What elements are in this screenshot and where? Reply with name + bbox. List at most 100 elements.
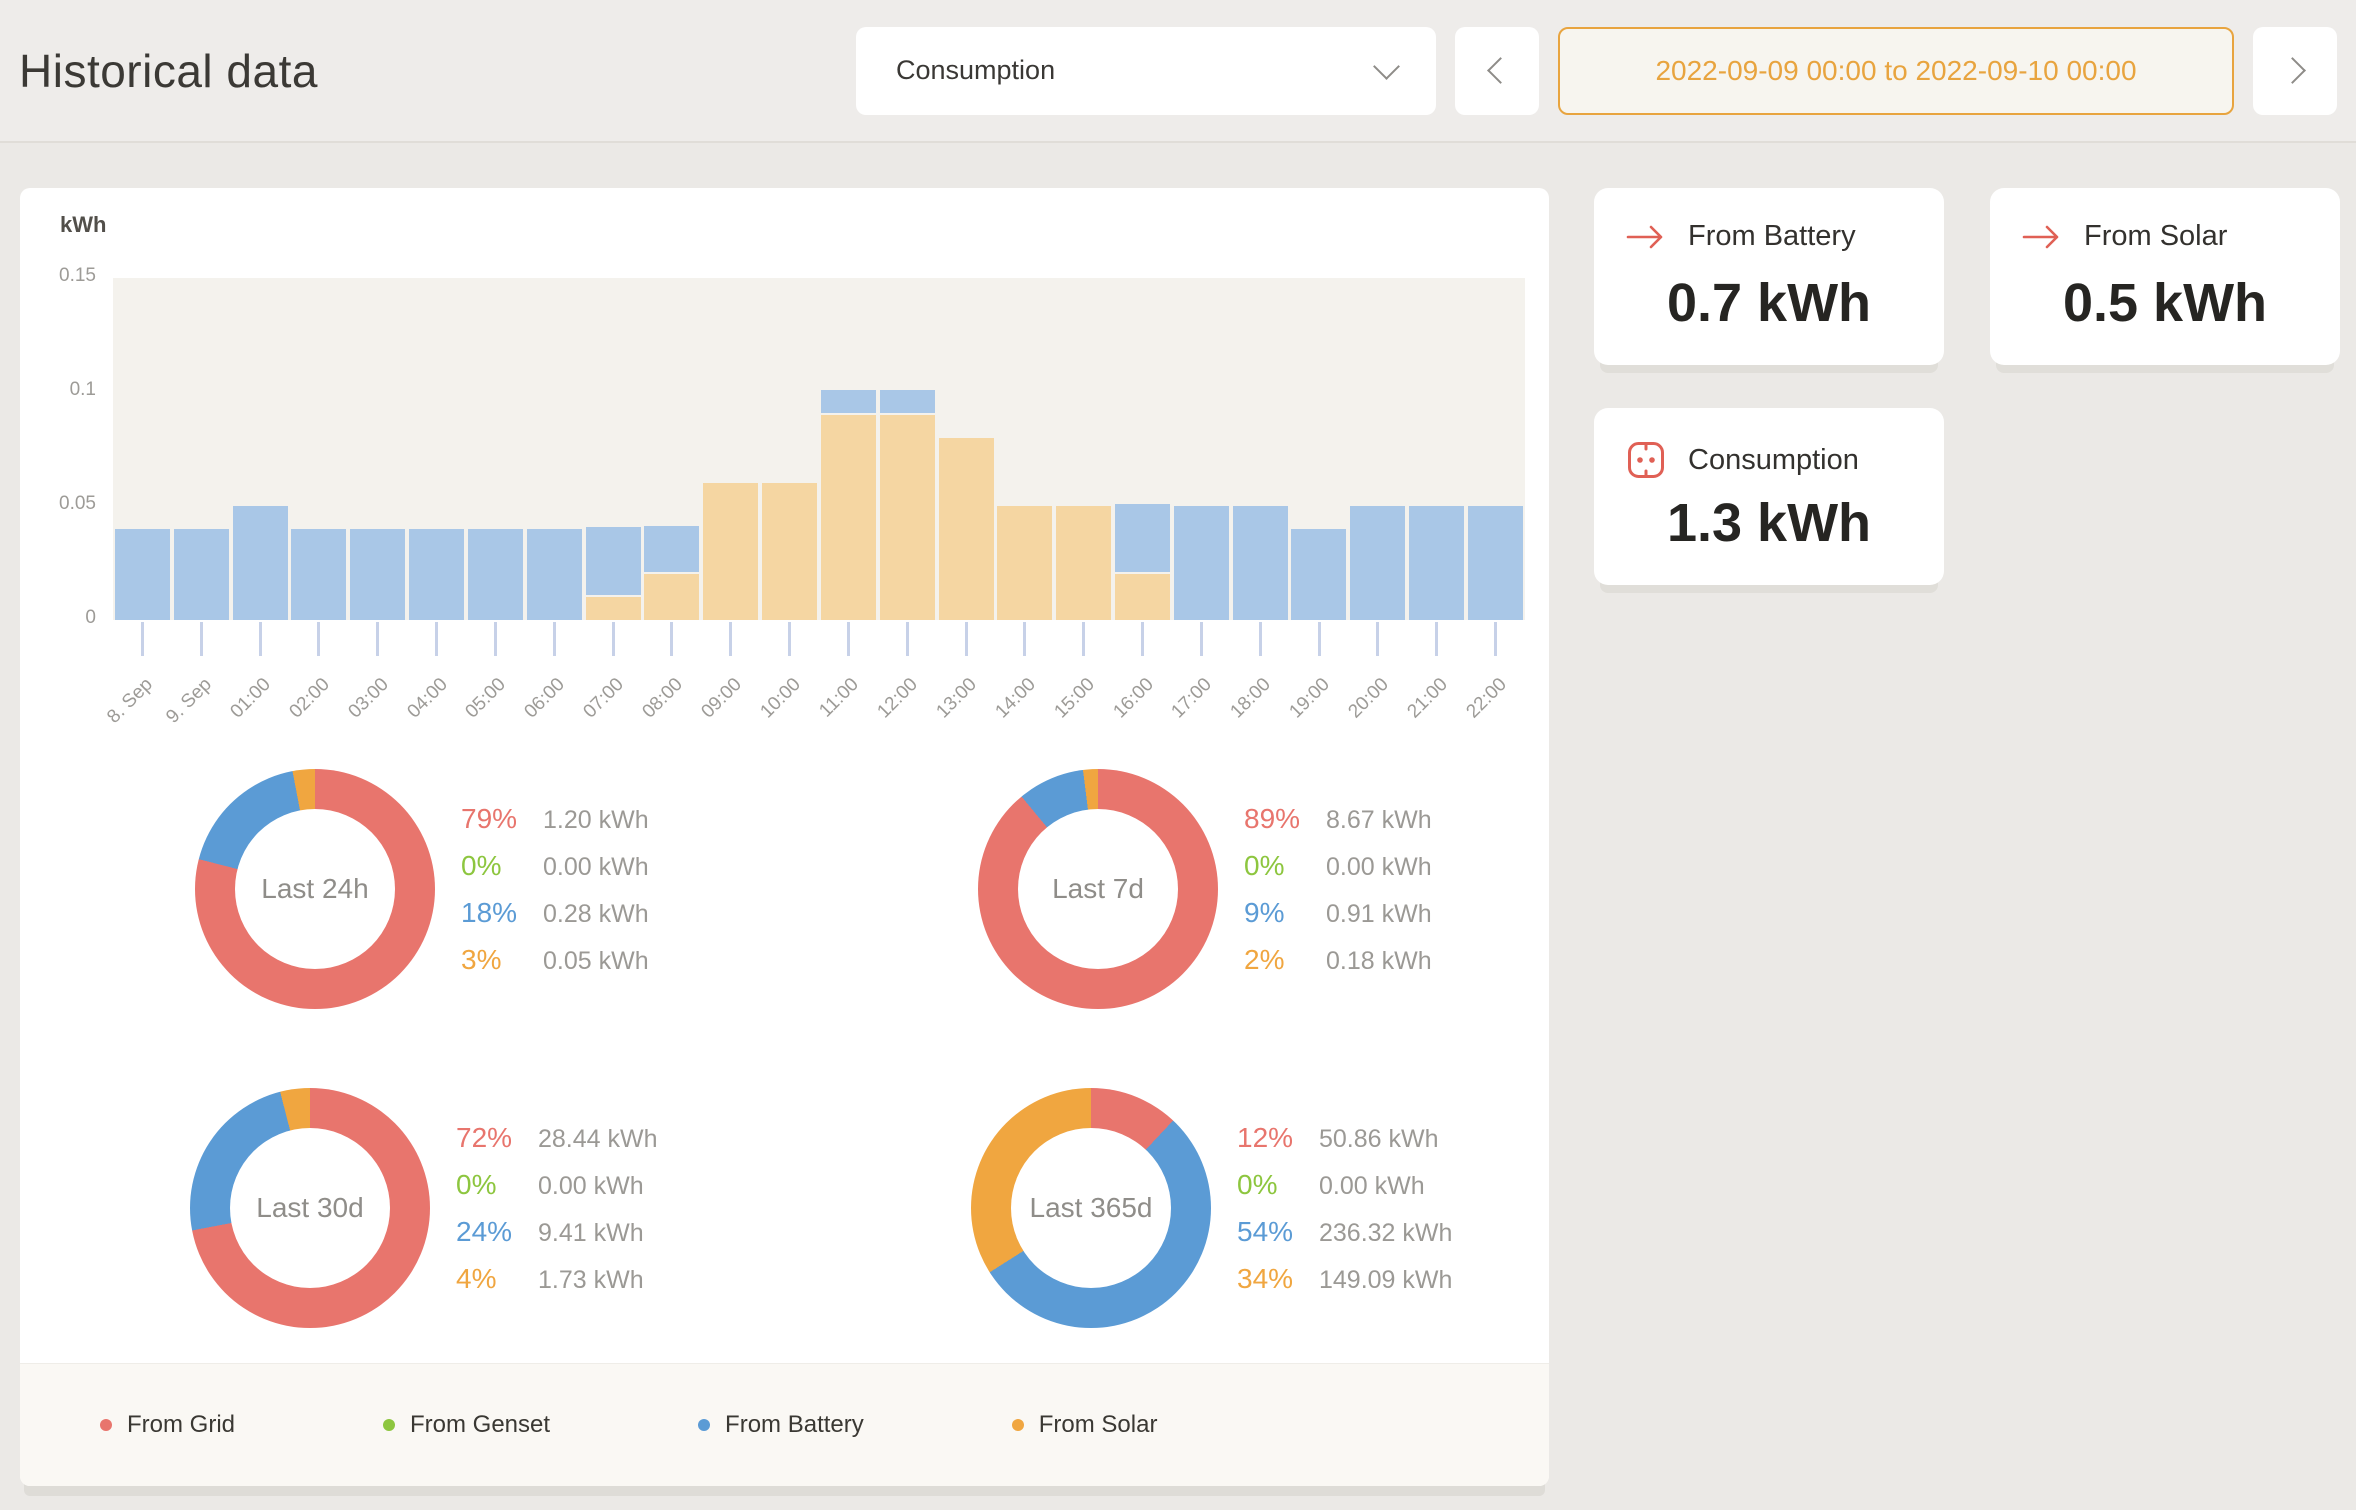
- x-tick: [1023, 622, 1026, 656]
- x-tick: [494, 622, 497, 656]
- bar: [644, 526, 699, 620]
- bar: [468, 529, 523, 620]
- legend-item-grid[interactable]: From Grid: [100, 1411, 235, 1439]
- summary-card-value: 0.5 kWh: [1990, 272, 2340, 334]
- kwh-value: 50.86 kWh: [1319, 1125, 1439, 1154]
- donut-label: Last 365d: [1030, 1192, 1153, 1224]
- date-range-button[interactable]: 2022-09-09 00:00 to 2022-09-10 00:00: [1558, 27, 2234, 115]
- header: Historical data Consumption 2022-09-09 0…: [0, 0, 2356, 143]
- summary-card-header: From Solar: [2022, 220, 2227, 253]
- legend-item-solar[interactable]: From Solar: [1012, 1411, 1158, 1439]
- bar-slot: [584, 278, 643, 620]
- legend-item-genset[interactable]: From Genset: [383, 1411, 550, 1439]
- kwh-value: 0.28 kWh: [543, 900, 649, 929]
- bar-slot: [1113, 278, 1172, 620]
- power-socket-icon: [1626, 440, 1666, 480]
- kwh-value: 0.00 kWh: [538, 1172, 644, 1201]
- prev-period-button[interactable]: [1455, 27, 1539, 115]
- kwh-value: 8.67 kWh: [1326, 806, 1432, 835]
- donut-label: Last 30d: [256, 1192, 363, 1224]
- bar: [350, 529, 405, 620]
- chevron-down-icon: [1373, 53, 1400, 80]
- bar: [1409, 506, 1464, 620]
- x-tick: [906, 622, 909, 656]
- bar-segment-solar: [880, 415, 935, 620]
- bar: [1056, 506, 1111, 620]
- bar-segment-solar: [1115, 574, 1170, 620]
- donut-percent-row: 12%50.86 kWh: [1237, 1122, 1452, 1154]
- bar-slot: [937, 278, 996, 620]
- kwh-value: 28.44 kWh: [538, 1125, 658, 1154]
- percent-value: 0%: [1237, 1169, 1319, 1201]
- bar: [1350, 506, 1405, 620]
- bar-segment-battery: [291, 529, 346, 620]
- bar-slot: [172, 278, 231, 620]
- donut-percent-row: 24%9.41 kWh: [456, 1216, 658, 1248]
- bar-slot: [1231, 278, 1290, 620]
- bar: [291, 529, 346, 620]
- bar-segment-solar: [703, 483, 758, 620]
- y-tick-label: 0.05: [20, 493, 96, 515]
- summary-card-value: 0.7 kWh: [1594, 272, 1944, 334]
- y-tick-label: 0: [20, 607, 96, 629]
- x-tick: [200, 622, 203, 656]
- bar-segment-battery: [1233, 506, 1288, 620]
- bar-slot: [1466, 278, 1525, 620]
- donut-chart: Last 24h: [195, 769, 435, 1009]
- bar-segment-battery: [1115, 504, 1170, 572]
- donut-percent-list: 79%1.20 kWh0%0.00 kWh18%0.28 kWh3%0.05 k…: [461, 803, 649, 976]
- bar-slot: [289, 278, 348, 620]
- x-tick: [670, 622, 673, 656]
- donut-chart: Last 30d: [190, 1088, 430, 1328]
- bar: [939, 438, 994, 620]
- metric-select[interactable]: Consumption: [856, 27, 1436, 115]
- x-tick: [1435, 622, 1438, 656]
- donut-hole: Last 30d: [230, 1128, 390, 1288]
- kwh-value: 0.18 kWh: [1326, 947, 1432, 976]
- bar-slot: [407, 278, 466, 620]
- x-tick: [1200, 622, 1203, 656]
- x-tick: [1376, 622, 1379, 656]
- legend-label: From Battery: [725, 1411, 864, 1439]
- legend-label: From Grid: [127, 1411, 235, 1439]
- bar-segment-solar: [1056, 506, 1111, 620]
- bar-slot: [701, 278, 760, 620]
- bar-segment-battery: [821, 390, 876, 413]
- bar: [880, 390, 935, 620]
- y-tick-label: 0.1: [20, 379, 96, 401]
- percent-value: 0%: [1244, 850, 1326, 882]
- bar: [409, 529, 464, 620]
- bar: [1468, 506, 1523, 620]
- bar-segment-solar: [939, 438, 994, 620]
- bar-slot: [113, 278, 172, 620]
- donut-block-last-30d: Last 30d72%28.44 kWh0%0.00 kWh24%9.41 kW…: [190, 1088, 658, 1328]
- summary-card-label: From Solar: [2084, 220, 2227, 253]
- donut-label: Last 24h: [261, 873, 368, 905]
- bar-chart-plot: [113, 278, 1525, 620]
- y-axis-title: kWh: [60, 212, 106, 238]
- bar-segment-battery: [1409, 506, 1464, 620]
- kwh-value: 0.05 kWh: [543, 947, 649, 976]
- bar-segment-solar: [586, 597, 641, 620]
- bar-segment-battery: [527, 529, 582, 620]
- bar-slot: [1407, 278, 1466, 620]
- bar-segment-battery: [880, 390, 935, 413]
- legend-item-battery[interactable]: From Battery: [698, 1411, 864, 1439]
- bar-segment-battery: [1468, 506, 1523, 620]
- donut-percent-row: 79%1.20 kWh: [461, 803, 649, 835]
- summary-card-value: 1.3 kWh: [1594, 492, 1944, 554]
- next-period-button[interactable]: [2253, 27, 2337, 115]
- summary-cards: From Battery0.7 kWhFrom Solar0.5 kWhCons…: [1594, 188, 2340, 585]
- donut-chart: Last 365d: [971, 1088, 1211, 1328]
- percent-value: 34%: [1237, 1263, 1319, 1295]
- percent-value: 24%: [456, 1216, 538, 1248]
- bar: [1233, 506, 1288, 620]
- chart-legend: From Grid From Genset From Battery From Sol…: [20, 1363, 1549, 1486]
- x-tick: [141, 622, 144, 656]
- bar: [997, 506, 1052, 620]
- legend-label: From Genset: [410, 1411, 550, 1439]
- bar-segment-battery: [1350, 506, 1405, 620]
- percent-value: 9%: [1244, 897, 1326, 929]
- bar-segment-battery: [350, 529, 405, 620]
- donut-block-last-365d: Last 365d12%50.86 kWh0%0.00 kWh54%236.32…: [971, 1088, 1452, 1328]
